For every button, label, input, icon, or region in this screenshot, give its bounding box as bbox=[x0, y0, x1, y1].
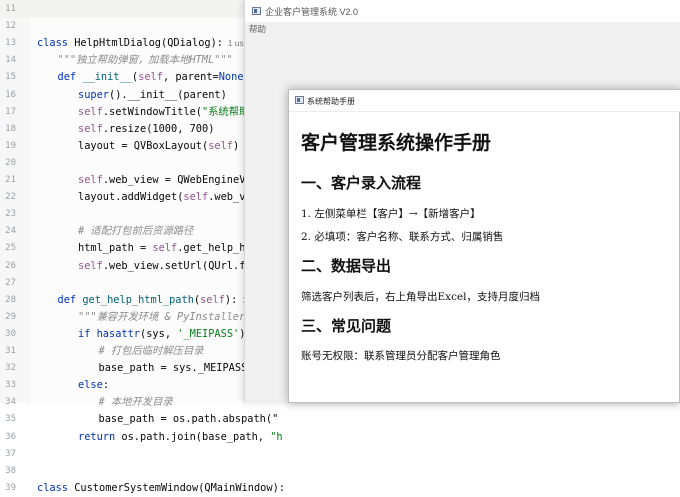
line-number: 20 bbox=[5, 157, 16, 168]
code-token: def bbox=[57, 71, 83, 84]
code-token: ) bbox=[233, 139, 240, 152]
code-token: """独立帮助弹窗，加载本地HTML""" bbox=[57, 54, 233, 67]
line-number: 30 bbox=[5, 328, 16, 339]
code-token: self bbox=[183, 191, 209, 204]
code-token: self bbox=[208, 139, 233, 152]
line-number: 33 bbox=[5, 380, 16, 391]
line-number: 38 bbox=[5, 465, 16, 476]
section-faq-text: 账号无权限：联系管理员分配客户管理角色 bbox=[301, 350, 501, 362]
app-window-icon bbox=[252, 7, 261, 15]
line-number: 12 bbox=[5, 21, 16, 32]
help-dialog[interactable]: 系统帮助手册 客户管理系统操作手册 一、客户录入流程 1. 左侧菜单栏【客户】→… bbox=[288, 89, 680, 403]
code-token: "h bbox=[270, 430, 283, 443]
code-token: .resize(1000, 700) bbox=[102, 122, 215, 135]
line-number: 39 bbox=[5, 482, 16, 493]
line-number: 24 bbox=[5, 226, 16, 237]
code-line[interactable]: 39 class CustomerSystemWindow(QMainWindow… bbox=[0, 480, 680, 497]
code-line[interactable]: 37 bbox=[0, 446, 680, 463]
code-token: '_MEIPASS' bbox=[177, 327, 240, 340]
code-token: get_help_html_path bbox=[82, 293, 194, 306]
line-number: 18 bbox=[5, 123, 16, 134]
code-token: (sys, bbox=[140, 327, 178, 340]
code-token: None bbox=[218, 71, 244, 84]
menu-bar: 帮助 bbox=[245, 22, 680, 36]
section-heading-entry: 一、客户录入流程 bbox=[301, 174, 422, 192]
code-token: # 本地开发目录 bbox=[98, 396, 173, 409]
line-number: 11 bbox=[5, 4, 16, 14]
line-number: 31 bbox=[5, 346, 16, 356]
code-token: else bbox=[78, 379, 103, 392]
line-number: 32 bbox=[5, 363, 16, 374]
code-token: # 打包后临时解压目录 bbox=[98, 345, 204, 357]
line-number: 22 bbox=[5, 192, 16, 203]
section-entry-step-1: 1. 左侧菜单栏【客户】→【新增客户】 bbox=[301, 208, 481, 220]
line-number: 13 bbox=[5, 38, 16, 49]
code-token: .setWindowTitle( bbox=[102, 105, 203, 118]
code-token: ().__init__(parent) bbox=[109, 88, 227, 101]
code-token: self bbox=[200, 293, 225, 306]
code-token: class bbox=[37, 481, 75, 494]
code-token: base_path = sys._MEIPASS bbox=[98, 362, 248, 375]
line-number: 28 bbox=[5, 294, 16, 305]
line-number: 27 bbox=[5, 277, 16, 288]
code-line[interactable]: 38 bbox=[0, 463, 680, 480]
code-token: self bbox=[138, 71, 163, 84]
code-token: : bbox=[102, 379, 110, 392]
line-number: 25 bbox=[5, 243, 16, 254]
section-export-text: 筛选客户列表后，右上角导出Excel，支持月度归档 bbox=[301, 291, 541, 303]
line-number: 19 bbox=[5, 140, 16, 151]
line-number: 23 bbox=[5, 209, 16, 220]
code-token: super bbox=[78, 88, 109, 101]
section-heading-faq: 三、常见问题 bbox=[301, 317, 392, 335]
section-entry-step-2: 2. 必填项：客户名称、联系方式、归属销售 bbox=[301, 231, 504, 243]
code-token: self bbox=[78, 174, 103, 186]
code-token: hasattr bbox=[96, 327, 141, 340]
code-token: base_path = os.path.abspath(" bbox=[98, 413, 279, 426]
doc-title: 客户管理系统操作手册 bbox=[301, 132, 492, 154]
code-line[interactable]: 36 return os.path.join(base_path, "h bbox=[0, 429, 680, 446]
code-token: return bbox=[78, 430, 122, 443]
code-token: self bbox=[78, 259, 103, 272]
code-token: # 适配打包前后资源路径 bbox=[78, 225, 194, 238]
code-token: HelpHtmlDialog bbox=[74, 37, 161, 50]
code-token: if bbox=[78, 327, 97, 340]
code-token: __init__ bbox=[82, 71, 132, 84]
help-dialog-titlebar[interactable]: 系统帮助手册 bbox=[289, 90, 680, 112]
dialog-window-icon bbox=[295, 96, 304, 104]
main-window-title: 企业客户管理系统 V2.0 bbox=[265, 7, 359, 17]
code-token: class bbox=[37, 37, 75, 50]
line-number: 37 bbox=[5, 448, 16, 459]
menu-help[interactable]: 帮助 bbox=[249, 23, 266, 35]
code-token: , parent= bbox=[162, 71, 219, 84]
line-number: 35 bbox=[5, 414, 16, 425]
code-token: def bbox=[57, 293, 83, 306]
line-number: 21 bbox=[5, 175, 16, 185]
line-number: 15 bbox=[5, 72, 16, 83]
code-token: CustomerSystemWindow(QMainWindow): bbox=[74, 481, 285, 494]
line-number: 29 bbox=[5, 311, 16, 322]
line-number: 26 bbox=[5, 260, 16, 271]
code-token: layout.addWidget( bbox=[78, 191, 184, 204]
code-token: self bbox=[78, 122, 103, 135]
line-number: 16 bbox=[5, 89, 16, 100]
help-dialog-title: 系统帮助手册 bbox=[307, 97, 355, 106]
line-number: 17 bbox=[5, 106, 16, 117]
main-window-titlebar[interactable]: 企业客户管理系统 V2.0 bbox=[245, 0, 680, 22]
code-token: (QDialog): bbox=[161, 37, 223, 50]
code-token: self bbox=[152, 242, 178, 255]
code-token: self bbox=[78, 105, 103, 118]
section-heading-export: 二、数据导出 bbox=[301, 257, 392, 275]
line-number: 36 bbox=[5, 431, 16, 442]
code-token: ): bbox=[224, 293, 238, 306]
code-token: layout = QVBoxLayout( bbox=[78, 139, 209, 152]
line-number: 14 bbox=[5, 55, 16, 66]
code-token: html_path = bbox=[78, 242, 153, 255]
code-token: os.path.join(base_path, bbox=[121, 430, 271, 443]
code-line[interactable]: 35 base_path = os.path.abspath(" bbox=[0, 411, 680, 428]
